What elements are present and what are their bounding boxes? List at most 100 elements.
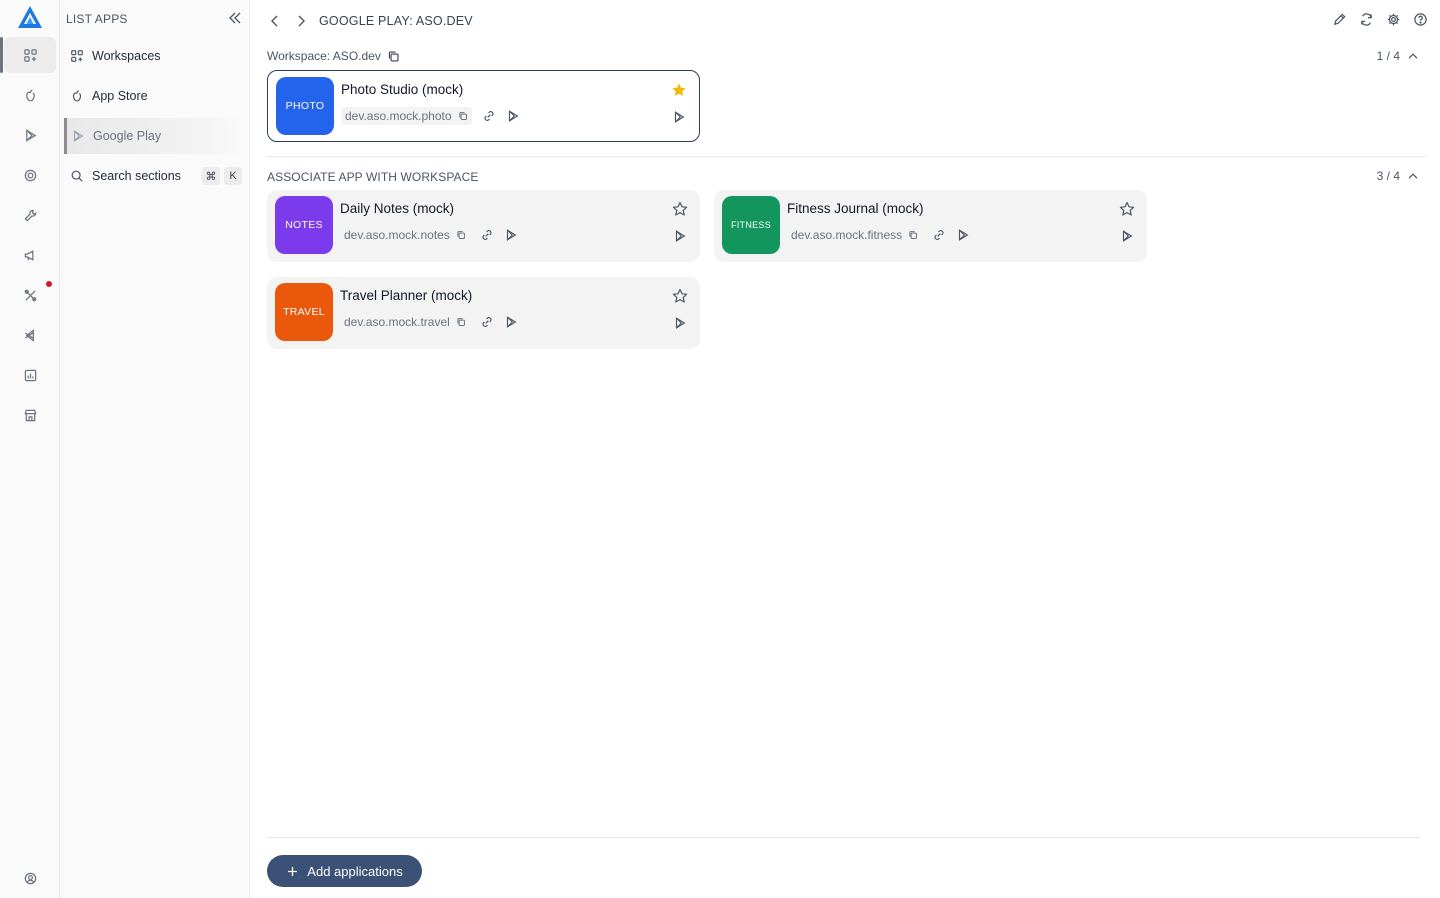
search-icon bbox=[71, 170, 83, 182]
star-outline-icon[interactable] bbox=[672, 288, 688, 304]
workspace-label-text: Workspace: ASO.dev bbox=[267, 49, 381, 63]
rail-store-button[interactable] bbox=[4, 397, 56, 433]
rail-megaphone-button[interactable] bbox=[4, 237, 56, 273]
package-id-text: dev.aso.mock.fitness bbox=[791, 228, 903, 242]
copy-icon[interactable] bbox=[456, 230, 466, 240]
sidebar-item-label: App Store bbox=[92, 89, 148, 103]
app-logo-icon[interactable] bbox=[16, 4, 44, 30]
app-meta: dev.aso.mock.travel bbox=[340, 313, 518, 331]
sidebar-item-google-play[interactable]: Google Play bbox=[64, 118, 246, 154]
copy-icon[interactable] bbox=[456, 317, 466, 327]
gear-icon[interactable] bbox=[1386, 12, 1401, 27]
refresh-icon[interactable] bbox=[1359, 12, 1374, 27]
link-icon[interactable] bbox=[480, 228, 494, 242]
list-apps-sidebar: LIST APPS Workspaces App Store Google Pl… bbox=[60, 0, 250, 898]
target-icon bbox=[24, 169, 36, 181]
sidebar-item-app-store[interactable]: App Store bbox=[64, 78, 246, 114]
package-id-text: dev.aso.mock.photo bbox=[345, 109, 452, 123]
back-chevron-icon[interactable] bbox=[267, 13, 283, 29]
sidebar-item-workspaces[interactable]: Workspaces bbox=[64, 38, 246, 74]
icon-rail bbox=[0, 0, 60, 898]
rail-app-store-button[interactable] bbox=[4, 77, 56, 113]
associate-section-title: ASSOCIATE APP WITH WORKSPACE bbox=[267, 170, 479, 184]
rail-google-play-button[interactable] bbox=[4, 117, 56, 153]
google-play-link-icon[interactable] bbox=[504, 315, 518, 329]
link-icon[interactable] bbox=[932, 228, 946, 242]
package-id[interactable]: dev.aso.mock.fitness bbox=[787, 226, 922, 244]
google-play-link-icon[interactable] bbox=[956, 228, 970, 242]
top-bar: GOOGLE PLAY: ASO.DEV bbox=[267, 10, 473, 32]
google-play-link-icon[interactable] bbox=[504, 228, 518, 242]
open-play-icon[interactable] bbox=[673, 229, 687, 243]
workspace-label: Workspace: ASO.dev bbox=[267, 49, 400, 63]
app-name: Daily Notes (mock) bbox=[340, 201, 455, 216]
rail-target-button[interactable] bbox=[4, 157, 56, 193]
main-content: GOOGLE PLAY: ASO.DEV Workspace: ASO.dev … bbox=[251, 0, 1440, 898]
play-icon bbox=[25, 128, 36, 142]
star-outline-icon[interactable] bbox=[1119, 201, 1135, 217]
rail-profile-button[interactable] bbox=[4, 860, 56, 896]
app-meta: dev.aso.mock.photo bbox=[341, 107, 520, 125]
package-id-text: dev.aso.mock.notes bbox=[344, 228, 450, 242]
wrench-icon bbox=[23, 209, 36, 222]
pencil-icon[interactable] bbox=[1332, 12, 1347, 27]
app-card-daily-notes[interactable]: NOTES Daily Notes (mock) dev.aso.mock.no… bbox=[267, 190, 700, 262]
open-play-icon[interactable] bbox=[673, 316, 687, 330]
chevron-up-icon[interactable] bbox=[1406, 169, 1420, 183]
open-play-icon[interactable] bbox=[1120, 229, 1134, 243]
app-name: Photo Studio (mock) bbox=[341, 82, 464, 97]
tools-icon bbox=[24, 289, 36, 301]
shortcut-key-cmd: ⌘ bbox=[202, 167, 220, 185]
package-id[interactable]: dev.aso.mock.travel bbox=[340, 313, 470, 331]
copy-icon[interactable] bbox=[387, 50, 400, 63]
link-icon[interactable] bbox=[482, 109, 496, 123]
copy-icon[interactable] bbox=[908, 230, 918, 240]
sidebar-title: LIST APPS bbox=[66, 12, 128, 26]
help-icon[interactable] bbox=[1413, 12, 1428, 27]
rail-tools-button[interactable] bbox=[4, 277, 56, 313]
apple-icon bbox=[25, 88, 35, 101]
star-filled-icon[interactable] bbox=[671, 82, 687, 98]
link-icon[interactable] bbox=[480, 315, 494, 329]
package-id-text: dev.aso.mock.travel bbox=[344, 315, 450, 329]
section-divider bbox=[267, 156, 1426, 157]
app-meta: dev.aso.mock.fitness bbox=[787, 226, 970, 244]
rail-wrench-button[interactable] bbox=[4, 197, 56, 233]
chart-icon bbox=[24, 369, 36, 381]
collapse-sidebar-icon[interactable] bbox=[227, 10, 243, 26]
app-card-travel-planner[interactable]: TRAVEL Travel Planner (mock) dev.aso.moc… bbox=[267, 277, 700, 349]
app-icon: FITNESS bbox=[722, 196, 780, 254]
app-name: Travel Planner (mock) bbox=[340, 288, 473, 303]
add-applications-label: Add applications bbox=[307, 863, 403, 879]
copy-icon[interactable] bbox=[458, 111, 468, 121]
add-applications-button[interactable]: Add applications bbox=[267, 855, 422, 887]
notification-dot bbox=[46, 281, 52, 287]
package-id[interactable]: dev.aso.mock.photo bbox=[341, 107, 472, 125]
open-play-icon[interactable] bbox=[672, 110, 686, 124]
sidebar-item-label: Workspaces bbox=[92, 49, 161, 63]
vscode-icon bbox=[24, 328, 34, 342]
app-icon: NOTES bbox=[275, 196, 333, 254]
megaphone-icon bbox=[24, 249, 33, 261]
footer-divider bbox=[267, 837, 1420, 838]
rail-workspaces-button[interactable] bbox=[0, 37, 56, 73]
app-card-photo-studio[interactable]: PHOTO Photo Studio (mock) dev.aso.mock.p… bbox=[267, 70, 700, 142]
workspace-count-text: 1 / 4 bbox=[1376, 49, 1400, 63]
package-id[interactable]: dev.aso.mock.notes bbox=[340, 226, 470, 244]
apple-icon bbox=[72, 90, 82, 102]
forward-chevron-icon[interactable] bbox=[293, 13, 309, 29]
keyboard-shortcut: ⌘ K bbox=[202, 167, 242, 185]
chevron-up-icon[interactable] bbox=[1406, 49, 1420, 63]
star-outline-icon[interactable] bbox=[672, 201, 688, 217]
play-icon bbox=[73, 130, 84, 142]
sidebar-item-label: Search sections bbox=[92, 169, 181, 183]
grid-icon bbox=[23, 48, 37, 62]
rail-vscode-button[interactable] bbox=[4, 317, 56, 353]
shortcut-key-k: K bbox=[224, 167, 242, 185]
app-card-fitness-journal[interactable]: FITNESS Fitness Journal (mock) dev.aso.m… bbox=[714, 190, 1147, 262]
app-meta: dev.aso.mock.notes bbox=[340, 226, 518, 244]
rail-chart-button[interactable] bbox=[4, 357, 56, 393]
app-icon: TRAVEL bbox=[275, 283, 333, 341]
sidebar-item-search-sections[interactable]: Search sections ⌘ K bbox=[64, 158, 246, 194]
google-play-link-icon[interactable] bbox=[506, 109, 520, 123]
